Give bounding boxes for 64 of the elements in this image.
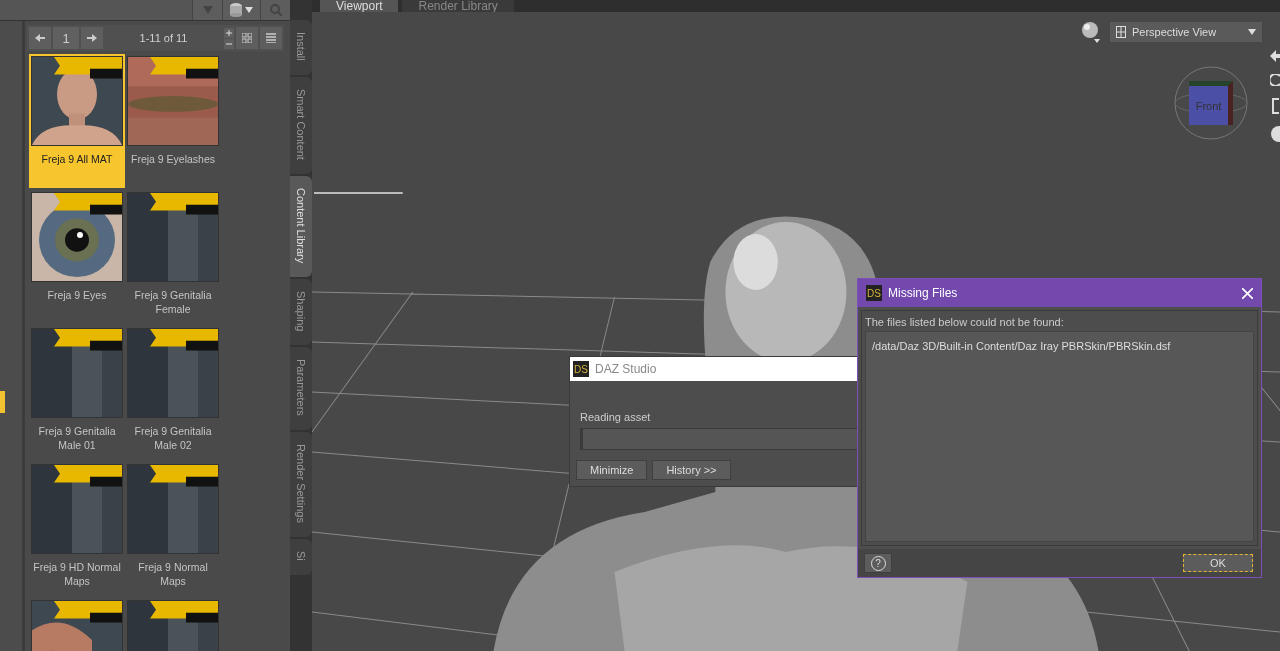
dialog-message: The files listed below could not be found: [865,316,1065,328]
tab-indicator [0,391,5,413]
side-tab[interactable]: Shaping [290,278,312,346]
item-label: Freja 9 Eyelashes [129,152,216,166]
item-label: Freja 9 HD Normal Maps [32,560,122,588]
content-item[interactable]: Freja 9 HD Normal Maps [29,462,125,596]
arrow-left-icon [35,34,45,42]
page-number[interactable]: 1 [53,27,79,49]
ok-button[interactable]: OK [1183,554,1253,572]
side-tab[interactable]: Install [290,20,312,75]
caret-icon [245,7,253,13]
arrow-right-icon [87,34,97,42]
item-label: Freja 9 Normal Maps [137,560,209,588]
page-range: 1-11 of 11 [138,32,189,44]
status-text: Reading asset [580,411,651,423]
content-item[interactable]: Freja 9 Normal Maps [125,462,221,596]
file-path: /data/Daz 3D/Built-in Content/Daz Iray PBRSkin/PBRSkin.dsf [872,340,1172,352]
content-item[interactable]: Freja 9 Genitalia Male 02 [125,326,221,460]
viewport-tab[interactable]: Render Library [402,0,514,12]
side-tab[interactable]: Si [290,539,312,575]
app-logo: DS [866,285,882,301]
grid-icon [242,33,252,43]
dialog-title: Missing Files [888,286,959,300]
side-tab[interactable]: Parameters [290,347,312,431]
grid-view-button[interactable] [236,27,258,49]
help-button[interactable]: ? [864,553,892,573]
item-label: Freja 9 Genitalia Male 01 [37,424,117,452]
content-item[interactable]: Freja 9 Genitalia Female [125,190,221,324]
dialog-button[interactable]: Minimize [576,460,648,480]
minus-icon [226,42,232,45]
content-item[interactable]: Freja 9 All MAT [29,54,125,188]
item-label: Freja 9 Genitalia Female [133,288,213,316]
rotate-icon[interactable] [1270,74,1280,86]
plus-icon [226,29,232,36]
side-tab[interactable]: Smart Content [290,76,312,174]
content-item[interactable]: Freja 9 Eyes [29,190,125,324]
next-page-button[interactable] [81,27,103,49]
viewport-tab[interactable]: Viewport [320,0,399,12]
zoom-in-button[interactable] [224,27,234,38]
list-icon [266,33,276,43]
database-button[interactable] [222,0,260,20]
list-view-button[interactable] [260,27,282,49]
shading-sphere-icon[interactable] [1080,20,1102,44]
content-item[interactable]: Freja 9 Genitalia Male 01 [29,326,125,460]
dialog-button[interactable]: History >> [652,460,731,480]
item-label: Freja 9 All MAT [40,152,114,166]
close-icon[interactable] [1242,287,1253,299]
view-dropdown[interactable]: Perspective View [1110,22,1262,42]
database-icon [230,3,242,17]
previous-page-button[interactable] [29,27,51,49]
item-label: Freja 9 Genitalia Male 02 [133,424,213,452]
search-icon [269,4,282,16]
frame-icon[interactable] [1270,98,1280,114]
caret-icon [202,6,213,14]
content-item[interactable]: Freja 9 Eyelashes [125,54,221,188]
side-tab[interactable]: Content Library [290,175,312,277]
zoom-out-button[interactable] [224,38,234,49]
arrow-icon[interactable] [1270,50,1280,62]
dialog-title: DAZ Studio [595,362,657,376]
app-logo: DS [573,361,589,377]
side-tab[interactable]: Render Settings [290,432,312,537]
window-icon [1116,26,1126,38]
item-label: Freja 9 Eyes [46,288,108,302]
caret-icon [1248,29,1256,35]
